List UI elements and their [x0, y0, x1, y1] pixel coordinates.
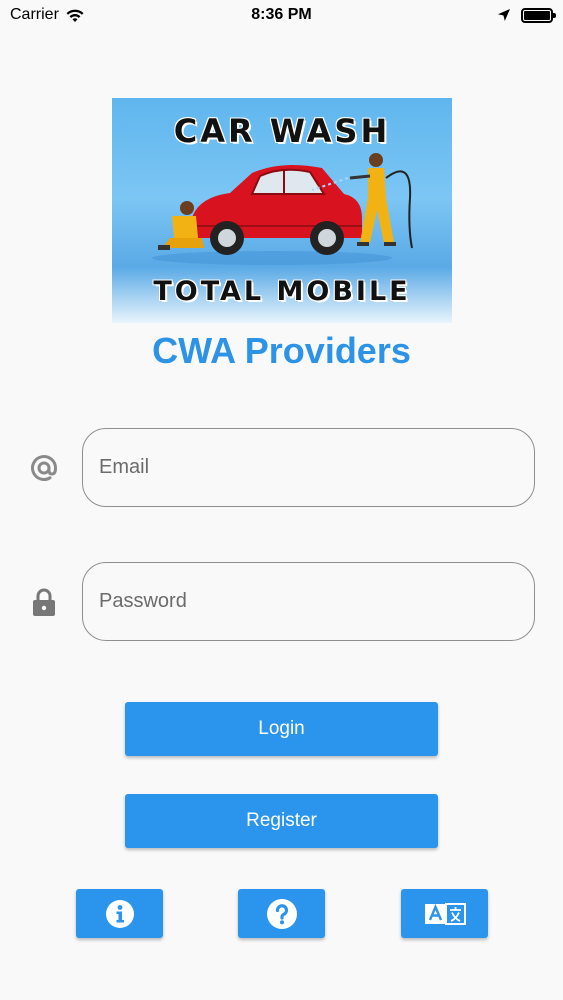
carrier-label: Carrier [10, 6, 59, 23]
at-icon [28, 452, 60, 484]
translate-icon [424, 902, 466, 925]
status-left: Carrier [10, 6, 85, 24]
logo-bottom-text: TOTAL MOBILE [153, 276, 411, 307]
app-title: CWA Providers [152, 330, 411, 371]
location-arrow-icon [498, 9, 510, 21]
status-bar: Carrier 8:36 PM [0, 0, 563, 30]
email-row [0, 428, 563, 508]
wifi-icon [66, 9, 84, 22]
register-button[interactable]: Register [125, 794, 438, 848]
info-button[interactable] [76, 889, 163, 938]
info-icon [105, 899, 134, 928]
language-button[interactable] [401, 889, 488, 938]
help-icon [266, 898, 297, 929]
battery-icon [521, 7, 556, 23]
lock-icon [28, 586, 60, 618]
login-button[interactable]: Login [125, 702, 438, 756]
email-field[interactable] [82, 428, 535, 507]
status-right [497, 7, 556, 23]
password-row [0, 562, 563, 642]
password-field[interactable] [82, 562, 535, 641]
battery-fill [524, 10, 550, 20]
help-button[interactable] [238, 889, 325, 938]
logo-top-text: CAR WASH [173, 112, 391, 150]
app-logo: CAR WASH TOTAL MOBILE [112, 98, 452, 323]
